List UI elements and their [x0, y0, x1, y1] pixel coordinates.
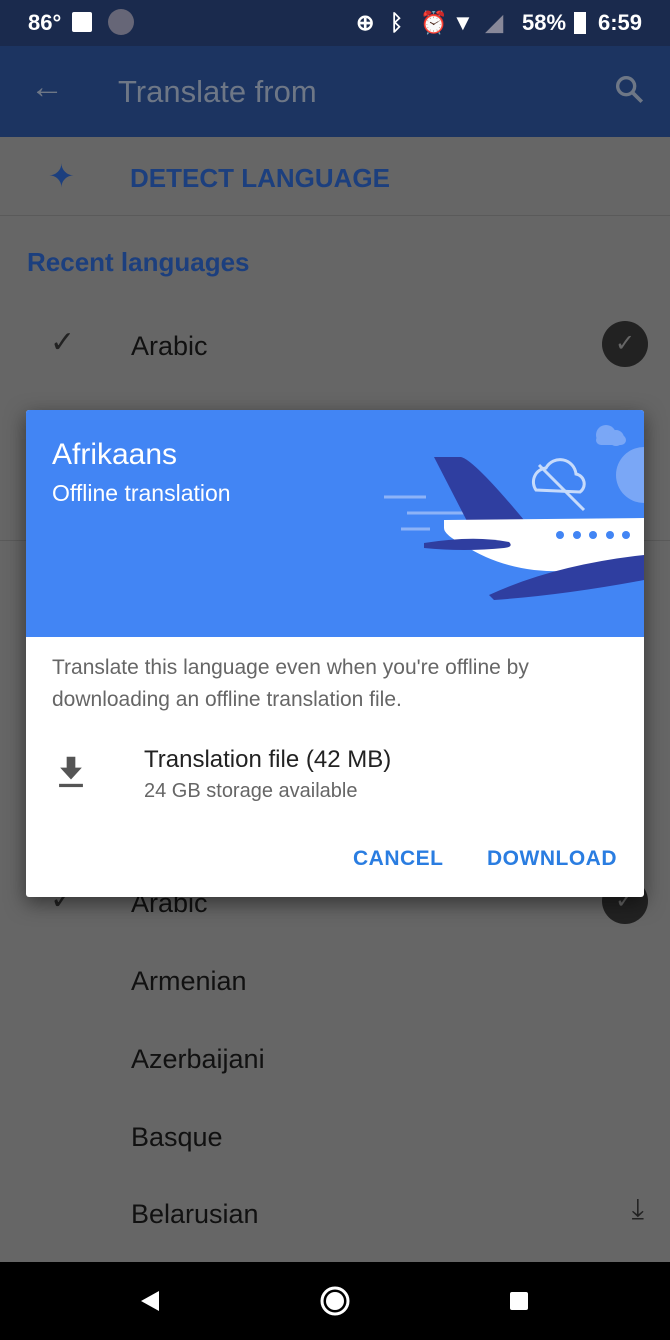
app-bar: ← Translate from — [0, 46, 670, 137]
shazam-icon — [108, 9, 134, 35]
navigation-bar — [0, 1262, 670, 1340]
battery-icon — [574, 12, 586, 34]
list-item[interactable]: Basque — [0, 1098, 670, 1176]
detect-language-button[interactable]: ✦ DETECT LANGUAGE — [0, 137, 670, 216]
dialog-description: Translate this language even when you're… — [52, 656, 529, 711]
bluetooth-icon: ᛒ — [390, 10, 404, 35]
image-icon — [72, 12, 92, 32]
wifi-icon: ▼ — [452, 10, 474, 35]
recent-languages-header: Recent languages — [27, 247, 250, 277]
list-item[interactable]: Armenian — [0, 942, 670, 1020]
dialog-subtitle: Offline translation — [52, 480, 231, 506]
detect-language-label: DETECT LANGUAGE — [130, 163, 390, 193]
airplane-illustration — [384, 425, 644, 600]
download-button[interactable]: DOWNLOAD — [487, 847, 617, 871]
back-nav-icon[interactable] — [139, 1290, 161, 1312]
storage-available: 24 GB storage available — [144, 780, 358, 802]
file-size: Translation file (42 MB) — [144, 746, 392, 773]
alarm-icon: ⏰ — [420, 10, 448, 35]
data-saver-icon: ⊕ — [356, 10, 375, 35]
signal-icon: ◢ — [486, 10, 503, 35]
dialog-header: Afrikaans Offline translation — [26, 410, 644, 637]
sparkle-icon: ✦ — [48, 158, 75, 194]
temperature: 86° — [28, 10, 62, 35]
search-icon[interactable] — [612, 72, 646, 106]
status-bar: 86° ⊕ ᛒ ⏰ ▼ ◢ 58% 6:59 — [0, 0, 670, 46]
list-item[interactable]: Azerbaijani — [0, 1020, 670, 1098]
check-icon: ✓ — [50, 326, 76, 359]
home-icon[interactable] — [319, 1285, 351, 1317]
dialog-title: Afrikaans — [52, 438, 178, 471]
list-item[interactable]: ✓ Arabic ✓ — [0, 307, 670, 385]
downloaded-icon[interactable]: ✓ — [602, 321, 648, 367]
download-icon — [59, 756, 83, 788]
recents-icon[interactable] — [509, 1291, 529, 1311]
download-icon[interactable]: ⤓ — [632, 1193, 644, 1226]
clock: 6:59 — [598, 10, 643, 35]
page-title: Translate from — [118, 74, 317, 109]
offline-translation-dialog: Afrikaans Offline translation Translate … — [26, 410, 644, 897]
cancel-button[interactable]: CANCEL — [353, 847, 444, 871]
list-item[interactable]: Belarusian ⤓ — [0, 1175, 670, 1253]
battery-text: 58% — [522, 10, 567, 35]
arrow-back-icon[interactable]: ← — [30, 68, 64, 107]
